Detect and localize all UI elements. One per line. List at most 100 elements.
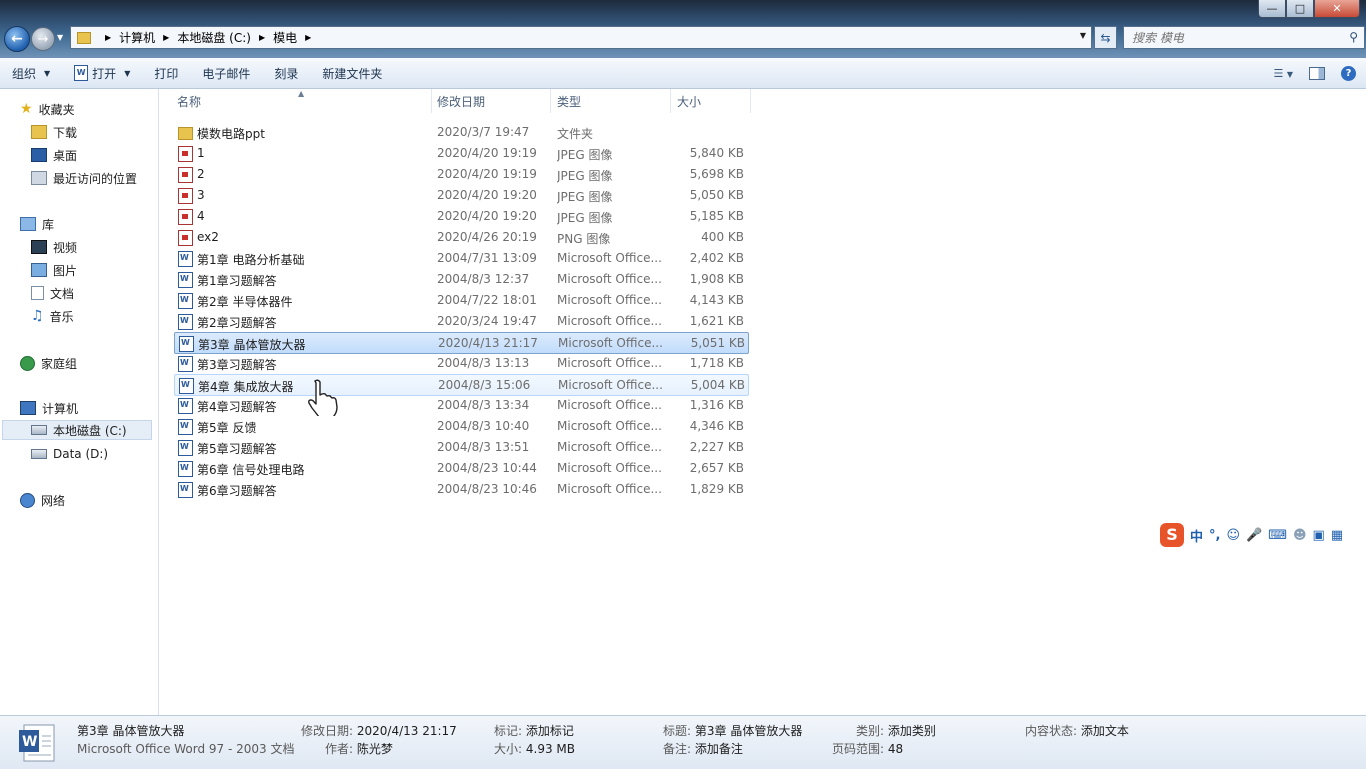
file-row[interactable]: 4 2020/4/20 19:20 JPEG 图像 5,185 KB (174, 206, 747, 226)
nav-libraries[interactable]: 库 (20, 214, 54, 234)
file-date: 2020/4/13 21:17 (438, 336, 538, 350)
title-value[interactable]: 第3章 晶体管放大器 (695, 724, 802, 738)
address-bar[interactable]: ▶ 计算机 ▶ 本地磁盘 (C:) ▶ 模电 ▶ ▼ (70, 26, 1092, 49)
file-row[interactable]: 第2章 半导体器件 2004/7/22 18:01 Microsoft Office… (174, 290, 747, 310)
libraries-icon (20, 217, 36, 231)
minimize-button[interactable]: — (1258, 0, 1286, 18)
back-button[interactable]: ← (4, 26, 30, 52)
chevron-right-icon[interactable]: ▶ (105, 33, 111, 42)
chevron-down-icon: ▼ (124, 68, 131, 78)
print-button[interactable]: 打印 (142, 61, 190, 85)
address-history-dropdown[interactable]: ▼ (1080, 31, 1086, 40)
forward-button[interactable]: → (31, 27, 55, 51)
emoji-icon[interactable]: ☺ (1226, 528, 1240, 543)
close-button[interactable]: ✕ (1314, 0, 1360, 18)
file-date: 2004/7/22 18:01 (437, 293, 537, 307)
view-options-button[interactable]: ☰ ▼ (1273, 67, 1293, 80)
file-row[interactable]: 第5章 反馈 2004/8/3 10:40 Microsoft Office... 4… (174, 416, 747, 436)
preview-pane-button[interactable] (1309, 66, 1325, 80)
open-menu[interactable]: W 打开 ▼ (62, 61, 142, 85)
nav-downloads[interactable]: 下载 (31, 122, 77, 142)
column-header-date[interactable]: 修改日期 (432, 89, 551, 113)
chevron-right-icon[interactable]: ▶ (259, 33, 265, 42)
details-category: 类别: 添加类别 (856, 722, 936, 739)
nav-favorites[interactable]: ★ 收藏夹 (20, 99, 75, 119)
folder-icon (178, 127, 193, 140)
file-date: 2020/3/24 19:47 (437, 314, 537, 328)
refresh-button[interactable]: ⇆ (1094, 26, 1117, 49)
sogou-logo-icon[interactable]: S (1160, 523, 1184, 547)
nav-videos[interactable]: 视频 (31, 237, 77, 257)
image-file-icon (178, 209, 193, 225)
microphone-icon[interactable]: 🎤 (1246, 528, 1262, 543)
nav-network[interactable]: 网络 (20, 490, 65, 510)
file-name: 第4章 集成放大器 (198, 380, 294, 394)
search-icon[interactable]: ⚲ (1349, 30, 1358, 44)
search-box[interactable]: ⚲ (1123, 26, 1365, 49)
new-folder-label: 新建文件夹 (322, 66, 383, 81)
nav-drive-d[interactable]: Data (D:) (31, 444, 108, 464)
chevron-right-icon[interactable]: ▶ (163, 33, 169, 42)
breadcrumb-computer[interactable]: 计算机 (119, 29, 155, 46)
toolbox-icon[interactable]: ▦ (1331, 528, 1343, 543)
file-row[interactable]: 第3章 晶体管放大器 2020/4/13 21:17 Microsoft Offic… (174, 332, 749, 354)
file-name: 4 (197, 209, 205, 223)
file-name: 第6章 信号处理电路 (197, 463, 305, 477)
skin-icon[interactable]: ▣ (1313, 528, 1325, 543)
chevron-right-icon[interactable]: ▶ (305, 33, 311, 42)
file-row[interactable]: 2 2020/4/20 19:19 JPEG 图像 5,698 KB (174, 164, 747, 184)
file-row[interactable]: 第5章习题解答 2004/8/3 13:51 Microsoft Office...… (174, 437, 747, 457)
keyboard-icon[interactable]: ⌨ (1268, 528, 1287, 543)
column-header-type[interactable]: 类型 (552, 89, 671, 113)
image-file-icon (178, 188, 193, 204)
burn-button[interactable]: 刻录 (262, 61, 310, 85)
comments-value[interactable]: 添加备注 (695, 742, 743, 756)
nav-music[interactable]: ♫ 音乐 (31, 306, 74, 326)
file-row[interactable]: 第4章 集成放大器 2004/8/3 15:06 Microsoft Office.… (174, 374, 749, 396)
file-row[interactable]: 第4章习题解答 2004/8/3 13:34 Microsoft Office...… (174, 395, 747, 415)
category-value[interactable]: 添加类别 (888, 724, 936, 738)
tags-value[interactable]: 添加标记 (526, 724, 574, 738)
email-button[interactable]: 电子邮件 (190, 61, 262, 85)
file-row[interactable]: 1 2020/4/20 19:19 JPEG 图像 5,840 KB (174, 143, 747, 163)
file-size: 2,402 KB (689, 251, 744, 265)
file-row[interactable]: 第6章 信号处理电路 2004/8/23 10:44 Microsoft Offic… (174, 458, 747, 478)
file-row[interactable]: 第1章 电路分析基础 2004/7/31 13:09 Microsoft Offic… (174, 248, 747, 268)
search-input[interactable] (1124, 29, 1334, 46)
breadcrumb-drive-c[interactable]: 本地磁盘 (C:) (177, 29, 251, 46)
file-row[interactable]: 第1章习题解答 2004/8/3 12:37 Microsoft Office...… (174, 269, 747, 289)
nav-drive-c[interactable]: 本地磁盘 (C:) (2, 420, 152, 440)
maximize-button[interactable]: □ (1286, 0, 1314, 18)
content-status-value[interactable]: 添加文本 (1081, 724, 1129, 738)
ime-punctuation-toggle[interactable]: °, (1209, 528, 1220, 543)
file-type: 文件夹 (557, 127, 594, 141)
column-header-size[interactable]: 大小 (672, 89, 751, 113)
recent-pages-dropdown[interactable]: ▼ (57, 33, 63, 42)
file-row[interactable]: 第2章习题解答 2020/3/24 19:47 Microsoft Office..… (174, 311, 747, 331)
details-modified: 修改日期: 2020/4/13 21:17 (301, 722, 457, 739)
file-row[interactable]: 第3章习题解答 2004/8/3 13:13 Microsoft Office...… (174, 353, 747, 373)
nav-desktop[interactable]: 桌面 (31, 145, 77, 165)
details-pages: 页码范围: 48 (832, 740, 903, 757)
nav-homegroup[interactable]: 家庭组 (20, 353, 77, 373)
user-icon[interactable]: ☻ (1293, 528, 1307, 543)
organize-menu[interactable]: 组织 ▼ (0, 61, 62, 85)
file-row[interactable]: ex2 2020/4/26 20:19 PNG 图像 400 KB (174, 227, 747, 247)
nav-computer[interactable]: 计算机 (20, 398, 78, 418)
nav-documents[interactable]: 文档 (31, 283, 74, 303)
nav-favorites-label: 收藏夹 (38, 102, 75, 117)
pages-value: 48 (887, 742, 904, 756)
nav-pictures[interactable]: 图片 (31, 260, 77, 280)
breadcrumb-current-folder[interactable]: 模电 (273, 29, 297, 46)
ime-mode-toggle[interactable]: 中 (1190, 526, 1203, 545)
file-row[interactable]: 3 2020/4/20 19:20 JPEG 图像 5,050 KB (174, 185, 747, 205)
file-row[interactable]: 模数电路ppt 2020/3/7 19:47 文件夹 (174, 122, 747, 142)
help-icon[interactable]: ? (1341, 65, 1356, 81)
new-folder-button[interactable]: 新建文件夹 (310, 61, 394, 85)
details-file-name: 第3章 晶体管放大器 (77, 724, 185, 738)
column-size-label: 大小 (677, 94, 702, 109)
file-row[interactable]: 第6章习题解答 2004/8/23 10:46 Microsoft Office..… (174, 479, 747, 499)
file-type: PNG 图像 (557, 232, 611, 246)
nav-recent-places[interactable]: 最近访问的位置 (31, 168, 137, 188)
author-value[interactable]: 陈光梦 (357, 742, 393, 756)
